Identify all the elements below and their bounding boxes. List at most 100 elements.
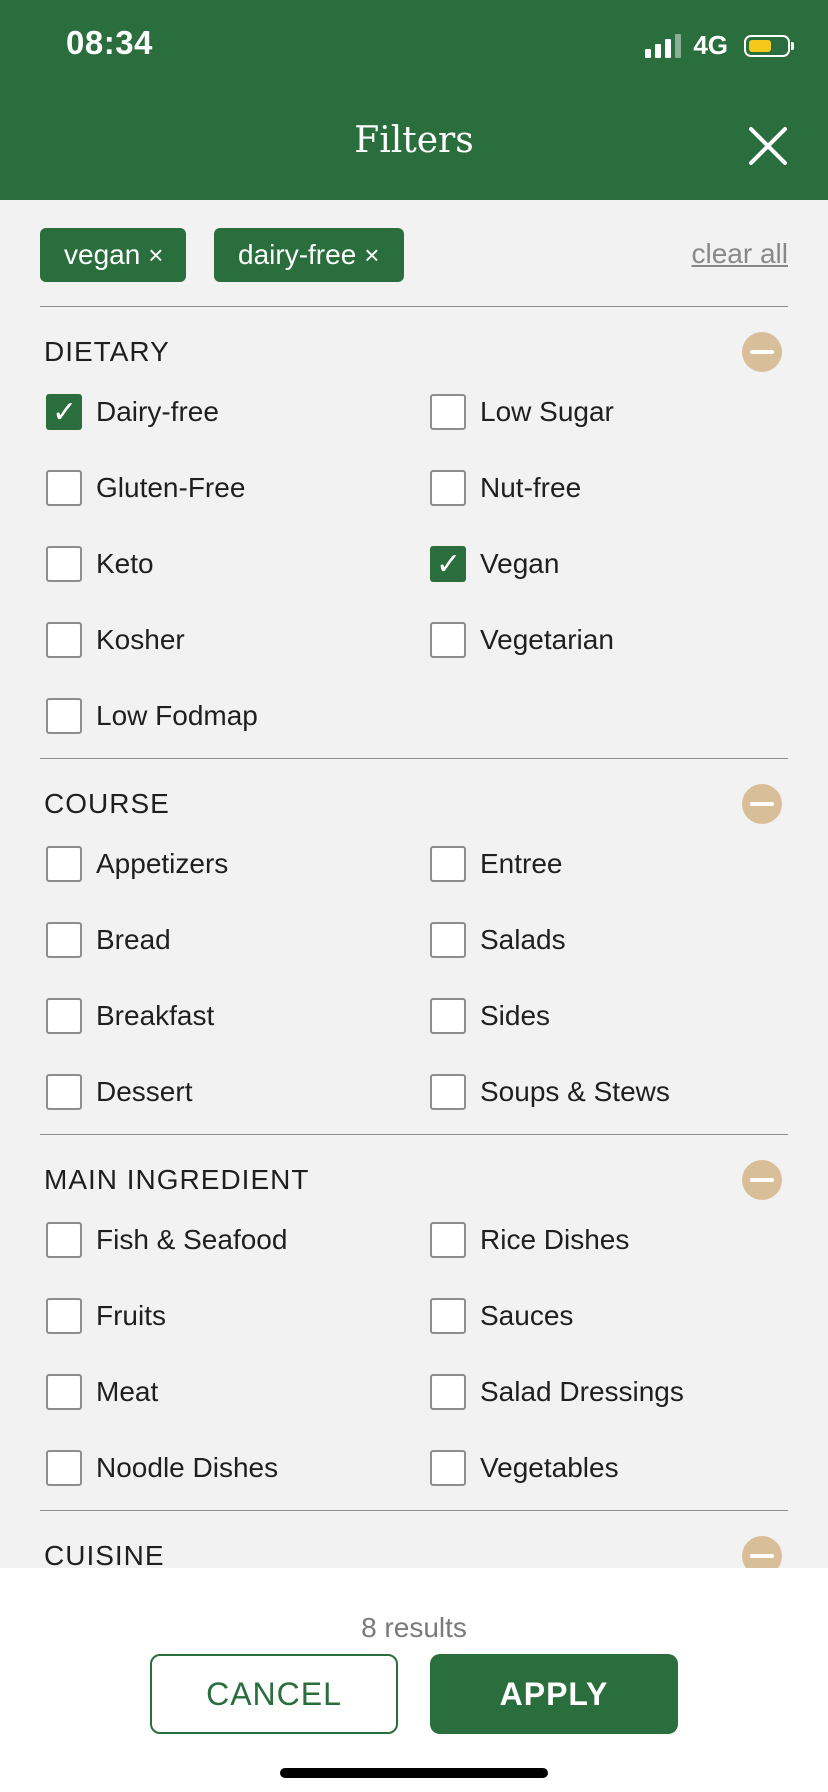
option-fruits[interactable]: Fruits bbox=[46, 1296, 166, 1336]
signal-icon bbox=[645, 33, 682, 58]
apply-button[interactable]: APPLY bbox=[430, 1654, 678, 1734]
option-label: Vegetarian bbox=[480, 624, 614, 655]
checkbox[interactable] bbox=[46, 846, 82, 882]
option-label: Vegan bbox=[480, 548, 560, 579]
status-time: 08:34 bbox=[66, 24, 153, 61]
clear-all-link[interactable]: clear all bbox=[692, 238, 788, 270]
option-label: Keto bbox=[96, 548, 154, 579]
checkbox-checked-icon[interactable] bbox=[46, 393, 82, 433]
checkbox[interactable] bbox=[430, 1222, 466, 1258]
checkbox[interactable] bbox=[430, 394, 466, 430]
remove-chip-icon[interactable]: × bbox=[148, 240, 163, 271]
option-label: Breakfast bbox=[96, 1000, 215, 1031]
checkbox[interactable] bbox=[430, 470, 466, 506]
option-sauces[interactable]: Sauces bbox=[430, 1296, 573, 1336]
option-label: Low Fodmap bbox=[96, 700, 258, 731]
option-label: Sauces bbox=[480, 1300, 574, 1331]
option-noodle-dishes[interactable]: Noodle Dishes bbox=[46, 1448, 278, 1488]
chip-dairy-free[interactable]: dairy-free × bbox=[214, 228, 404, 282]
option-label: Kosher bbox=[96, 624, 185, 655]
home-indicator[interactable] bbox=[280, 1768, 548, 1778]
divider bbox=[40, 1510, 788, 1511]
collapse-course-icon[interactable] bbox=[742, 784, 782, 824]
checkbox[interactable] bbox=[430, 1450, 466, 1486]
option-label: Salads bbox=[480, 924, 566, 955]
option-label: Dessert bbox=[96, 1076, 193, 1107]
divider bbox=[40, 1134, 788, 1135]
option-salad-dressings[interactable]: Salad Dressings bbox=[430, 1372, 684, 1412]
battery-icon bbox=[744, 34, 794, 57]
divider bbox=[40, 306, 788, 307]
checkbox[interactable] bbox=[46, 1298, 82, 1334]
option-label: Appetizers bbox=[96, 848, 229, 879]
option-label: Dairy-free bbox=[96, 396, 219, 427]
checkbox[interactable] bbox=[46, 1222, 82, 1258]
option-meat[interactable]: Meat bbox=[46, 1372, 158, 1412]
option-label: Bread bbox=[96, 924, 171, 955]
option-low-sugar[interactable]: Low Sugar bbox=[430, 392, 614, 432]
checkbox[interactable] bbox=[430, 1298, 466, 1334]
checkbox[interactable] bbox=[430, 622, 466, 658]
option-label: Salad Dressings bbox=[480, 1376, 684, 1407]
option-appetizers[interactable]: Appetizers bbox=[46, 844, 228, 884]
option-soups-stews[interactable]: Soups & Stews bbox=[430, 1072, 670, 1112]
option-label: Rice Dishes bbox=[480, 1224, 630, 1255]
results-count: 8 results bbox=[361, 1612, 467, 1643]
option-nut-free[interactable]: Nut-free bbox=[430, 468, 581, 508]
option-low-fodmap[interactable]: Low Fodmap bbox=[46, 696, 258, 736]
checkbox[interactable] bbox=[430, 922, 466, 958]
option-label: Noodle Dishes bbox=[96, 1452, 279, 1483]
option-label: Sides bbox=[480, 1000, 551, 1031]
section-title-main-ingredient: MAIN INGREDIENT bbox=[44, 1164, 310, 1195]
checkbox[interactable] bbox=[430, 998, 466, 1034]
collapse-dietary-icon[interactable] bbox=[742, 332, 782, 372]
checkbox[interactable] bbox=[430, 1374, 466, 1410]
option-label: Soups & Stews bbox=[480, 1076, 670, 1107]
status-indicators: 4G bbox=[645, 30, 794, 61]
option-kosher[interactable]: Kosher bbox=[46, 620, 185, 660]
page-title: Filters bbox=[354, 120, 474, 161]
option-bread[interactable]: Bread bbox=[46, 920, 171, 960]
checkbox[interactable] bbox=[430, 1074, 466, 1110]
divider bbox=[40, 758, 788, 759]
remove-chip-icon[interactable]: × bbox=[364, 240, 379, 271]
checkbox[interactable] bbox=[46, 622, 82, 658]
option-sides[interactable]: Sides bbox=[430, 996, 550, 1036]
checkbox[interactable] bbox=[430, 846, 466, 882]
checkbox[interactable] bbox=[46, 470, 82, 506]
close-icon[interactable] bbox=[746, 124, 790, 168]
option-fish-seafood[interactable]: Fish & Seafood bbox=[46, 1220, 287, 1260]
chip-label: dairy-free bbox=[238, 239, 357, 270]
checkbox[interactable] bbox=[46, 1450, 82, 1486]
checkbox-checked-icon[interactable] bbox=[430, 545, 466, 585]
checkbox[interactable] bbox=[46, 1374, 82, 1410]
option-salads[interactable]: Salads bbox=[430, 920, 566, 960]
option-label: Vegetables bbox=[480, 1452, 619, 1483]
network-type: 4G bbox=[693, 30, 728, 60]
option-vegetarian[interactable]: Vegetarian bbox=[430, 620, 614, 660]
section-title-course: COURSE bbox=[44, 788, 170, 819]
header-bar: 08:34 4G Filters bbox=[0, 0, 828, 200]
checkbox[interactable] bbox=[46, 922, 82, 958]
option-dairy-free[interactable]: Dairy-free bbox=[46, 392, 219, 433]
checkbox[interactable] bbox=[46, 698, 82, 734]
option-vegan[interactable]: Vegan bbox=[430, 544, 560, 585]
option-dessert[interactable]: Dessert bbox=[46, 1072, 192, 1112]
option-entree[interactable]: Entree bbox=[430, 844, 563, 884]
option-keto[interactable]: Keto bbox=[46, 544, 154, 584]
option-vegetables[interactable]: Vegetables bbox=[430, 1448, 619, 1488]
cancel-button[interactable]: CANCEL bbox=[150, 1654, 398, 1734]
option-rice-dishes[interactable]: Rice Dishes bbox=[430, 1220, 629, 1260]
checkbox[interactable] bbox=[46, 998, 82, 1034]
option-breakfast[interactable]: Breakfast bbox=[46, 996, 214, 1036]
option-label: Meat bbox=[96, 1376, 159, 1407]
footer-bar: 8 results CANCEL APPLY bbox=[0, 1568, 828, 1792]
checkbox[interactable] bbox=[46, 546, 82, 582]
checkbox[interactable] bbox=[46, 1074, 82, 1110]
collapse-main-ingredient-icon[interactable] bbox=[742, 1160, 782, 1200]
chip-vegan[interactable]: vegan × bbox=[40, 228, 186, 282]
option-label: Entree bbox=[480, 848, 563, 879]
option-label: Nut-free bbox=[480, 472, 582, 503]
option-label: Gluten-Free bbox=[96, 472, 246, 503]
option-gluten-free[interactable]: Gluten-Free bbox=[46, 468, 245, 508]
